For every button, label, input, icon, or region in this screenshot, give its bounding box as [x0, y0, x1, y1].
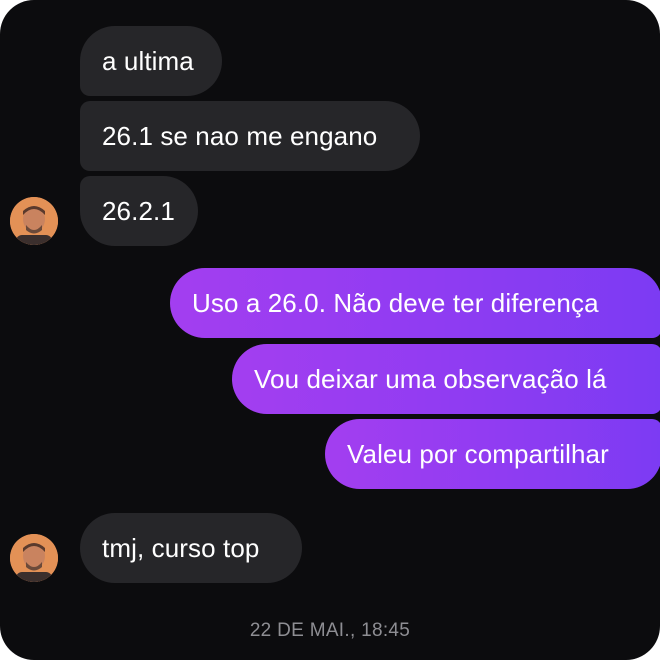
message-text: a ultima — [102, 45, 194, 76]
message-text: Vou deixar uma observação lá — [254, 363, 607, 394]
message-text: Valeu por compartilhar — [347, 438, 609, 469]
chat-thread: a ultima 26.1 se nao me engano 26.2.1 Us… — [0, 0, 660, 660]
avatar-photo — [10, 197, 58, 245]
message-timestamp: 22 DE MAI., 18:45 — [249, 620, 411, 641]
message-text: 26.1 se nao me engano — [102, 120, 378, 151]
message-bubble-incoming[interactable]: a ultima — [80, 26, 222, 96]
message-text: tmj, curso top — [102, 532, 260, 563]
message-text: 26.2.1 — [102, 195, 175, 226]
avatar[interactable] — [10, 197, 58, 245]
message-bubble-incoming[interactable]: tmj, curso top — [80, 513, 302, 583]
message-bubble-incoming[interactable]: 26.1 se nao me engano — [80, 101, 420, 171]
message-bubble-outgoing[interactable]: Vou deixar uma observação lá — [232, 344, 660, 414]
avatar[interactable] — [10, 534, 58, 582]
message-text: Uso a 26.0. Não deve ter diferença — [192, 287, 599, 318]
message-bubble-incoming[interactable]: 26.2.1 — [80, 176, 198, 246]
message-bubble-outgoing[interactable]: Valeu por compartilhar — [325, 419, 660, 489]
message-bubble-outgoing[interactable]: Uso a 26.0. Não deve ter diferença — [170, 268, 660, 338]
avatar-photo — [10, 534, 58, 582]
